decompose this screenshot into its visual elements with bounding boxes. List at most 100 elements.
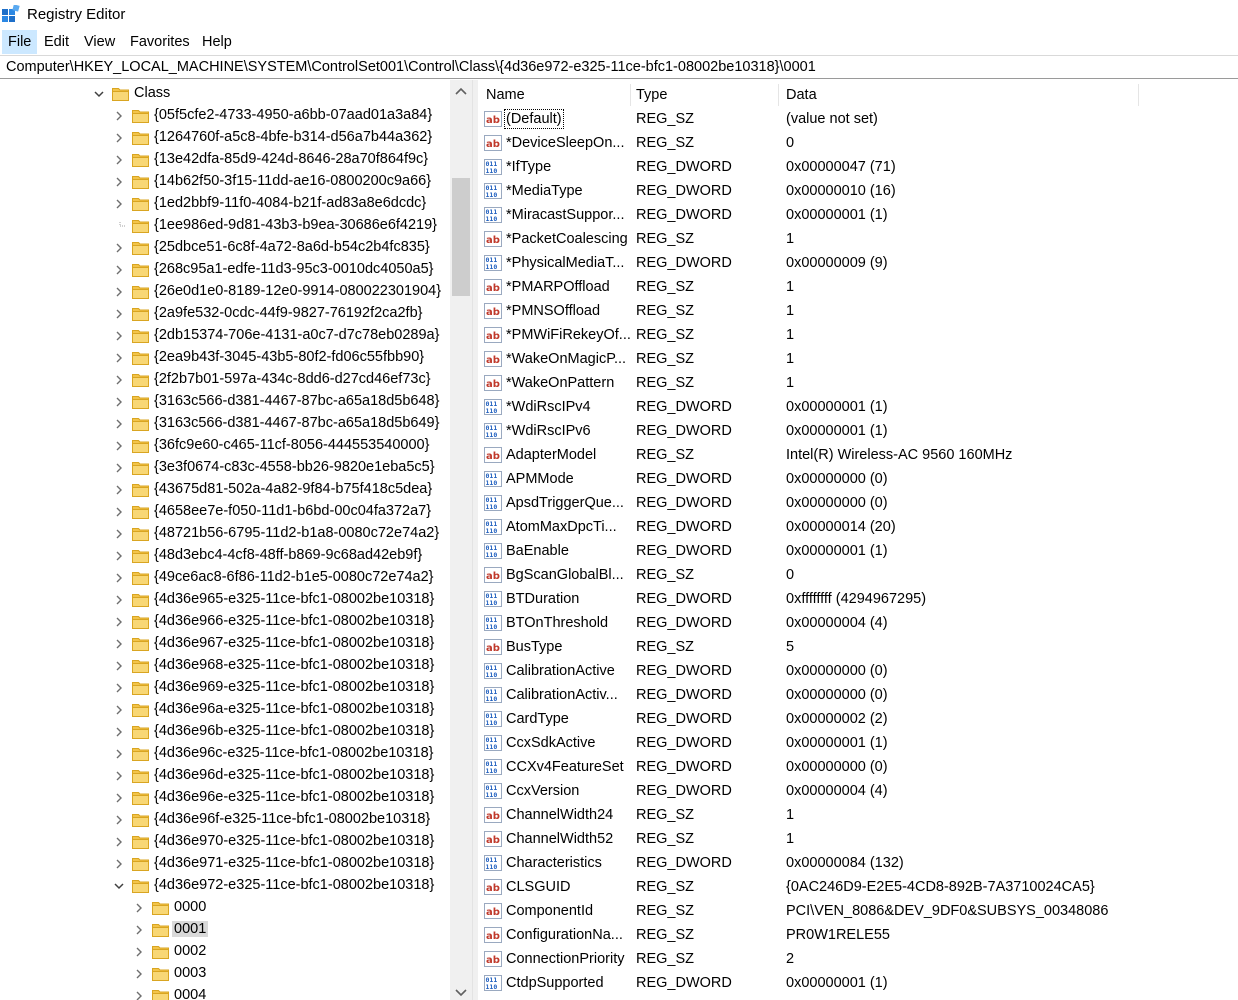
tree-node[interactable]: {13e42dfa-85d9-424d-8646-28a70f864f9c} <box>0 149 450 171</box>
column-divider[interactable] <box>778 84 779 106</box>
tree-node-label[interactable]: {4d36e96a-e325-11ce-bfc1-08002be10318} <box>154 701 434 717</box>
tree-node-label[interactable]: Class <box>134 85 170 101</box>
tree-node[interactable]: {43675d81-502a-4a82-9f84-b75f418c5dea} <box>0 479 450 501</box>
value-name[interactable]: *MiracastSuppor... <box>506 207 624 223</box>
value-row[interactable]: ab ConfigurationNa... REG_SZ PR0W1RELE55 <box>478 924 1238 948</box>
tree-node[interactable]: {268c95a1-edfe-11d3-95c3-0010dc4050a5} <box>0 259 450 281</box>
chevron-right-icon[interactable] <box>112 571 126 585</box>
value-name[interactable]: BaEnable <box>506 543 569 559</box>
value-row[interactable]: 011 110 APMMode REG_DWORD 0x00000000 (0) <box>478 468 1238 492</box>
tree-node[interactable]: {4d36e969-e325-11ce-bfc1-08002be10318} <box>0 677 450 699</box>
tree-node[interactable]: 0004 <box>0 985 450 1000</box>
address-path[interactable]: Computer\HKEY_LOCAL_MACHINE\SYSTEM\Contr… <box>6 59 816 75</box>
chevron-right-icon[interactable] <box>112 747 126 761</box>
tree-node-label[interactable]: {3163c566-d381-4467-87bc-a65a18d5b649} <box>154 415 439 431</box>
tree-node-label[interactable]: {49ce6ac8-6f86-11d2-b1e5-0080c72e74a2} <box>154 569 434 585</box>
tree-node-label[interactable]: {14b62f50-3f15-11dd-ae16-0800200c9a66} <box>154 173 431 189</box>
chevron-right-icon[interactable] <box>112 527 126 541</box>
chevron-right-icon[interactable] <box>112 153 126 167</box>
value-name[interactable]: *PMWiFiRekeyOf... <box>506 327 631 343</box>
value-name[interactable]: CardType <box>506 711 569 727</box>
tree-node-label[interactable]: {3e3f0674-c83c-4558-bb26-9820e1eba5c5} <box>154 459 435 475</box>
value-name[interactable]: BgScanGlobalBl... <box>506 567 624 583</box>
tree-node-label[interactable]: {25dbce51-6c8f-4a72-8a6d-b54c2b4fc835} <box>154 239 430 255</box>
tree-node-label[interactable]: {4d36e965-e325-11ce-bfc1-08002be10318} <box>154 591 434 607</box>
tree-node-label[interactable]: {4d36e970-e325-11ce-bfc1-08002be10318} <box>154 833 434 849</box>
column-divider[interactable] <box>630 84 631 106</box>
tree-node[interactable]: {2db15374-706e-4131-a0c7-d7c78eb0289a} <box>0 325 450 347</box>
value-row[interactable]: 011 110 CardType REG_DWORD 0x00000002 (2) <box>478 708 1238 732</box>
tree-node[interactable]: {4d36e970-e325-11ce-bfc1-08002be10318} <box>0 831 450 853</box>
chevron-right-icon[interactable] <box>112 461 126 475</box>
tree-node[interactable]: {4d36e96f-e325-11ce-bfc1-08002be10318} <box>0 809 450 831</box>
chevron-right-icon[interactable] <box>112 681 126 695</box>
tree-node-label[interactable]: {1ed2bbf9-11f0-4084-b21f-ad83a8e6dcdc} <box>154 195 426 211</box>
tree-node[interactable]: {26e0d1e0-8189-12e0-9914-080022301904} <box>0 281 450 303</box>
tree-node[interactable]: Class <box>0 83 450 105</box>
tree-node[interactable]: {25dbce51-6c8f-4a72-8a6d-b54c2b4fc835} <box>0 237 450 259</box>
tree-node[interactable]: {2ea9b43f-3045-43b5-80f2-fd06c55fbb90} <box>0 347 450 369</box>
value-name[interactable]: ChannelWidth24 <box>506 807 613 823</box>
value-name[interactable]: ComponentId <box>506 903 593 919</box>
chevron-down-icon[interactable] <box>92 87 106 101</box>
tree-node[interactable]: {4d36e96d-e325-11ce-bfc1-08002be10318} <box>0 765 450 787</box>
value-row[interactable]: ab *DeviceSleepOn... REG_SZ 0 <box>478 132 1238 156</box>
tree-node[interactable]: 0000 <box>0 897 450 919</box>
tree-node-label[interactable]: {3163c566-d381-4467-87bc-a65a18d5b648} <box>154 393 439 409</box>
chevron-right-icon[interactable] <box>132 923 146 937</box>
value-name[interactable]: CcxSdkActive <box>506 735 595 751</box>
scroll-thumb[interactable] <box>452 178 470 296</box>
tree-node[interactable]: {36fc9e60-c465-11cf-8056-444553540000} <box>0 435 450 457</box>
chevron-right-icon[interactable] <box>132 945 146 959</box>
menu-favorites[interactable]: Favorites <box>124 30 196 54</box>
column-header-type[interactable]: Type <box>636 87 667 103</box>
value-row[interactable]: ab ComponentId REG_SZ PCI\VEN_8086&DEV_9DF0… <box>478 900 1238 924</box>
chevron-right-icon[interactable] <box>112 483 126 497</box>
value-name[interactable]: CtdpSupported <box>506 975 604 991</box>
tree-node-label[interactable]: 0003 <box>174 965 206 981</box>
tree-node-label[interactable]: 0002 <box>174 943 206 959</box>
chevron-right-icon[interactable] <box>112 593 126 607</box>
address-bar[interactable]: Computer\HKEY_LOCAL_MACHINE\SYSTEM\Contr… <box>0 55 1238 79</box>
value-row[interactable]: ab ChannelWidth24 REG_SZ 1 <box>478 804 1238 828</box>
value-row[interactable]: 011 110 *IfType REG_DWORD 0x00000047 (71) <box>478 156 1238 180</box>
value-row[interactable]: ab AdapterModel REG_SZ Intel(R) Wireless-AC… <box>478 444 1238 468</box>
tree-node-label[interactable]: {2f2b7b01-597a-434c-8dd6-d27cd46ef73c} <box>154 371 431 387</box>
tree-node-label[interactable]: {2db15374-706e-4131-a0c7-d7c78eb0289a} <box>154 327 439 343</box>
chevron-right-icon[interactable] <box>112 131 126 145</box>
value-row[interactable]: 011 110 *MediaType REG_DWORD 0x00000010 (16) <box>478 180 1238 204</box>
menu-file[interactable]: File <box>2 30 38 54</box>
chevron-right-icon[interactable] <box>132 901 146 915</box>
value-row[interactable]: 011 110 BaEnable REG_DWORD 0x00000001 (1) <box>478 540 1238 564</box>
value-name[interactable]: ConnectionPriority <box>506 951 624 967</box>
chevron-right-icon[interactable] <box>112 505 126 519</box>
tree-node-label[interactable]: {4658ee7e-f050-11d1-b6bd-00c04fa372a7} <box>154 503 431 519</box>
tree-node-label[interactable]: {2a9fe532-0cdc-44f9-9827-76192f2ca2fb} <box>154 305 422 321</box>
tree-node-label[interactable]: {4d36e968-e325-11ce-bfc1-08002be10318} <box>154 657 434 673</box>
tree-node[interactable]: 0002 <box>0 941 450 963</box>
value-row[interactable]: 011 110 *WdiRscIPv6 REG_DWORD 0x00000001 (1) <box>478 420 1238 444</box>
tree-scrollbar[interactable] <box>450 80 472 1000</box>
value-row[interactable]: 011 110 Characteristics REG_DWORD 0x00000084… <box>478 852 1238 876</box>
tree-node[interactable]: {4d36e968-e325-11ce-bfc1-08002be10318} <box>0 655 450 677</box>
value-row[interactable]: ab ChannelWidth52 REG_SZ 1 <box>478 828 1238 852</box>
value-row[interactable]: ab BusType REG_SZ 5 <box>478 636 1238 660</box>
chevron-right-icon[interactable] <box>112 615 126 629</box>
value-row[interactable]: 011 110 CalibrationActiv... REG_DWORD 0x0000… <box>478 684 1238 708</box>
chevron-right-icon[interactable] <box>132 967 146 981</box>
tree-node[interactable]: {3e3f0674-c83c-4558-bb26-9820e1eba5c5} <box>0 457 450 479</box>
value-name[interactable]: (Default) <box>504 109 564 129</box>
value-name[interactable]: ConfigurationNa... <box>506 927 623 943</box>
value-name[interactable]: *WdiRscIPv6 <box>506 423 591 439</box>
chevron-right-icon[interactable] <box>112 351 126 365</box>
scroll-up-arrow-icon[interactable] <box>454 86 468 96</box>
tree-node-label[interactable]: {26e0d1e0-8189-12e0-9914-080022301904} <box>154 283 441 299</box>
chevron-right-icon[interactable] <box>112 395 126 409</box>
tree-node-label[interactable]: {2ea9b43f-3045-43b5-80f2-fd06c55fbb90} <box>154 349 424 365</box>
tree-node-label[interactable]: {48d3ebc4-4cf8-48ff-b869-9c68ad42eb9f} <box>154 547 422 563</box>
tree-node-label[interactable]: {4d36e96e-e325-11ce-bfc1-08002be10318} <box>154 789 434 805</box>
value-name[interactable]: *PMNSOffload <box>506 303 600 319</box>
tree-node[interactable]: {4d36e96c-e325-11ce-bfc1-08002be10318} <box>0 743 450 765</box>
tree-node-label[interactable]: {4d36e972-e325-11ce-bfc1-08002be10318} <box>154 877 434 893</box>
tree-node-label[interactable]: 0004 <box>174 987 206 1000</box>
